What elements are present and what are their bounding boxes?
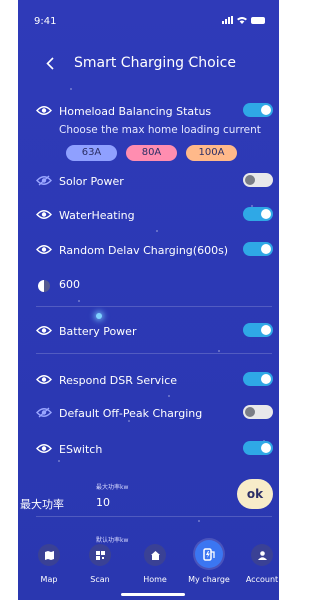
eye-icon: [36, 210, 52, 219]
homeload-toggle[interactable]: [243, 103, 273, 117]
toggle-knob: [261, 209, 271, 219]
status-icons: [222, 16, 265, 24]
nav-label: Scan: [90, 575, 110, 584]
user-icon: [251, 544, 273, 566]
home-indicator[interactable]: [121, 593, 185, 596]
chip-63a[interactable]: 63A: [66, 145, 117, 161]
delay-value[interactable]: 600: [59, 278, 80, 291]
eye-icon: [36, 106, 52, 115]
solar-power-label: Solor Power: [59, 174, 124, 188]
dsr-service-row: Respond DSR Service: [18, 370, 279, 390]
page-header: Smart Charging Choice: [18, 52, 279, 76]
eswitch-label: ESwitch: [59, 442, 103, 456]
off-peak-toggle[interactable]: [243, 405, 273, 419]
nav-label: My charge: [188, 575, 230, 584]
water-heating-row: WaterHeating: [18, 205, 279, 225]
homeload-label: Homeload Balancing Status: [59, 104, 212, 118]
app-screen: 9:41 Smart Charging Choice Homeload Bala…: [18, 0, 279, 600]
half-moon-icon: [38, 280, 50, 292]
nav-label: Account: [245, 575, 279, 584]
nav-item-map[interactable]: Map: [24, 540, 74, 584]
random-delay-toggle[interactable]: [243, 242, 273, 256]
nav-label: Map: [40, 575, 58, 584]
random-delay-row: Random Delav Charging(600s): [18, 240, 279, 260]
qr-scan-icon: [89, 544, 111, 566]
dsr-service-label: Respond DSR Service: [59, 373, 178, 387]
eye-icon: [36, 375, 52, 384]
eye-slash-icon: [36, 407, 52, 418]
chip-80a[interactable]: 80A: [126, 145, 177, 161]
homeload-subtitle: Choose the max home loading current: [59, 124, 261, 136]
battery-power-toggle[interactable]: [243, 323, 273, 337]
toggle-knob: [245, 175, 255, 185]
solar-power-toggle[interactable]: [243, 173, 273, 187]
eye-icon: [36, 326, 52, 335]
toggle-knob: [261, 374, 271, 384]
nav-label: Home: [143, 575, 167, 584]
toggle-knob: [261, 443, 271, 453]
charger-icon: [195, 540, 223, 568]
page-title: Smart Charging Choice: [74, 55, 236, 71]
bottom-nav: Map Scan Home My charge Account: [18, 540, 279, 600]
homeload-row: Homeload Balancing Status: [18, 101, 279, 121]
nav-item-scan[interactable]: Scan: [75, 540, 125, 584]
nav-item-home[interactable]: Home: [130, 540, 180, 584]
ok-button[interactable]: ok: [237, 479, 273, 509]
back-button[interactable]: [46, 52, 54, 76]
battery-power-label: Battery Power: [59, 324, 137, 338]
toggle-knob: [261, 244, 271, 254]
divider: [36, 306, 272, 307]
max-power-caption: 最大功率kw: [96, 484, 129, 491]
nav-item-my-charge[interactable]: My charge: [184, 540, 234, 584]
signal-icon: [222, 16, 233, 24]
eswitch-row: ESwitch: [18, 439, 279, 459]
wifi-icon: [237, 17, 247, 24]
random-delay-label: Random Delav Charging(600s): [59, 243, 229, 257]
off-peak-label: Default Off-Peak Charging: [59, 406, 203, 420]
home-icon: [144, 544, 166, 566]
water-heating-toggle[interactable]: [243, 207, 273, 221]
water-heating-label: WaterHeating: [59, 208, 135, 222]
eye-icon: [36, 444, 52, 453]
eye-icon: [36, 245, 52, 254]
max-power-label: 最大功率: [20, 498, 64, 511]
current-options: 63A 80A 100A: [66, 145, 237, 161]
toggle-knob: [261, 105, 271, 115]
divider: [36, 353, 272, 354]
divider: [36, 516, 272, 517]
eswitch-toggle[interactable]: [243, 441, 273, 455]
max-power-input[interactable]: 10: [96, 496, 110, 509]
toggle-knob: [245, 407, 255, 417]
chevron-left-icon: [46, 57, 54, 70]
dsr-service-toggle[interactable]: [243, 372, 273, 386]
status-time: 9:41: [34, 16, 57, 27]
toggle-knob: [261, 325, 271, 335]
nav-item-account[interactable]: Account: [237, 540, 279, 584]
chip-100a[interactable]: 100A: [186, 145, 237, 161]
map-icon: [38, 544, 60, 566]
slider-handle[interactable]: [96, 313, 102, 319]
off-peak-row: Default Off-Peak Charging: [18, 403, 279, 423]
solar-power-row: Solor Power: [18, 171, 279, 191]
battery-icon: [251, 16, 265, 24]
eye-slash-icon: [36, 175, 52, 186]
status-bar: 9:41: [18, 0, 279, 40]
battery-power-row: Battery Power: [18, 321, 279, 341]
